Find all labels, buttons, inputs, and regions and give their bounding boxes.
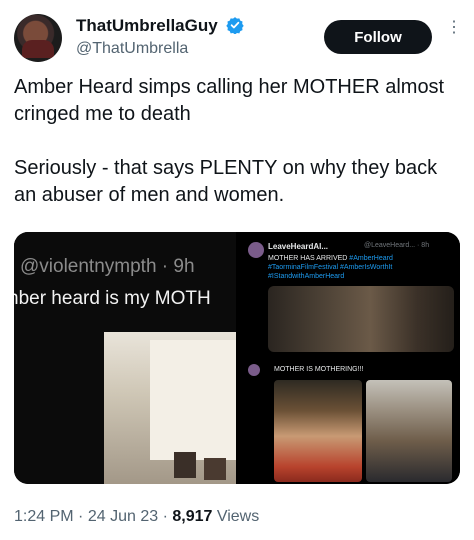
author-names: ThatUmbrellaGuy @ThatUmbrella: [76, 16, 244, 58]
photo-frame: [174, 452, 196, 478]
embedded-photo: [274, 380, 362, 482]
embedded-text: MOTHER IS MOTHERING!!!: [274, 366, 364, 373]
screenshot-handle: @violentnympth · 9h: [20, 256, 195, 277]
more-options-icon[interactable]: ⋮: [446, 20, 462, 46]
screenshot-text: nber heard is my MOTH: [14, 288, 211, 309]
embedded-avatar: [248, 364, 260, 376]
author-handle[interactable]: @ThatUmbrella: [76, 40, 244, 58]
tweet-footer: 1:24 PM · 24 Jun 23 · 8,917 Views: [14, 508, 259, 526]
media-image-bottom-right[interactable]: MOTHER IS MOTHERING!!!: [240, 360, 460, 484]
media-grid: @violentnympth · 9h nber heard is my MOT…: [14, 232, 460, 484]
tweet-paragraph: Amber Heard simps calling her MOTHER alm…: [14, 76, 445, 125]
verified-badge-icon: [226, 17, 244, 34]
embedded-avatar: [248, 242, 264, 258]
embedded-display-name: LeaveHeardAl...: [268, 242, 329, 251]
avatar[interactable]: [14, 14, 62, 62]
views-label: Views: [216, 508, 260, 525]
embedded-text: MOTHER HAS ARRIVED: [268, 255, 350, 262]
embedded-video-thumbnail: [268, 286, 454, 352]
embedded-hashtags: #TaorminaFilmFestival #AmberIsWorthIt: [268, 264, 393, 271]
embedded-hashtags: #IStandwithAmberHeard: [268, 273, 345, 280]
tweet-header: ThatUmbrellaGuy @ThatUmbrella Follow ⋮: [14, 14, 464, 64]
photo-frame: [204, 458, 226, 480]
follow-button[interactable]: Follow: [324, 20, 432, 54]
tweet-paragraph: Seriously - that says PLENTY on why they…: [14, 157, 438, 206]
tweet-date[interactable]: 24 Jun 23: [88, 508, 158, 525]
media-image-top-right[interactable]: LeaveHeardAl... @LeaveHeard... · 8h MOTH…: [240, 232, 460, 356]
separator: ·: [162, 508, 173, 525]
display-name[interactable]: ThatUmbrellaGuy: [76, 16, 218, 36]
screenshot-photo: [104, 332, 236, 484]
tweet-text: Amber Heard simps calling her MOTHER alm…: [14, 74, 460, 236]
embedded-text-line: MOTHER HAS ARRIVED #AmberHeard: [268, 254, 393, 263]
views-count: 8,917: [172, 508, 213, 525]
embedded-meta: @LeaveHeard... · 8h: [364, 242, 430, 249]
embedded-hashtag: #AmberHeard: [349, 255, 393, 262]
tweet-time[interactable]: 1:24 PM: [14, 508, 74, 525]
photo-wall: [150, 340, 236, 460]
embedded-photo: [366, 380, 452, 482]
media-image-left[interactable]: @violentnympth · 9h nber heard is my MOT…: [14, 232, 236, 484]
separator: ·: [78, 508, 88, 525]
